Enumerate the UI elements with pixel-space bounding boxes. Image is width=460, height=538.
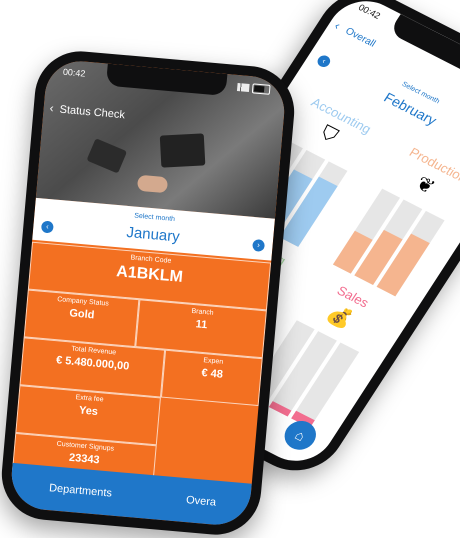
chart-bar-fill [269,401,292,417]
expenses-card: Expen € 48 [160,349,263,407]
battery-icon [251,83,271,95]
status-time: 00:42 [356,2,383,21]
status-check-screen: 00:42 ‹ Status Check Select month ‹ Janu… [8,58,288,528]
page-title: Overall [343,25,378,50]
phone-status-check: 00:42 ‹ Status Check Select month ‹ Janu… [0,47,298,538]
tablet-shape [86,138,128,174]
overall-tab[interactable]: Overa [150,475,251,527]
back-chevron-icon[interactable]: ‹ [332,19,343,33]
bottom-tab-bar: Departments Overa [8,462,252,528]
laptop-shape [159,133,206,168]
status-time: 00:42 [62,66,86,79]
signal-icon [236,83,250,93]
department-bar-chart [332,188,445,297]
hand-shape [136,174,169,194]
